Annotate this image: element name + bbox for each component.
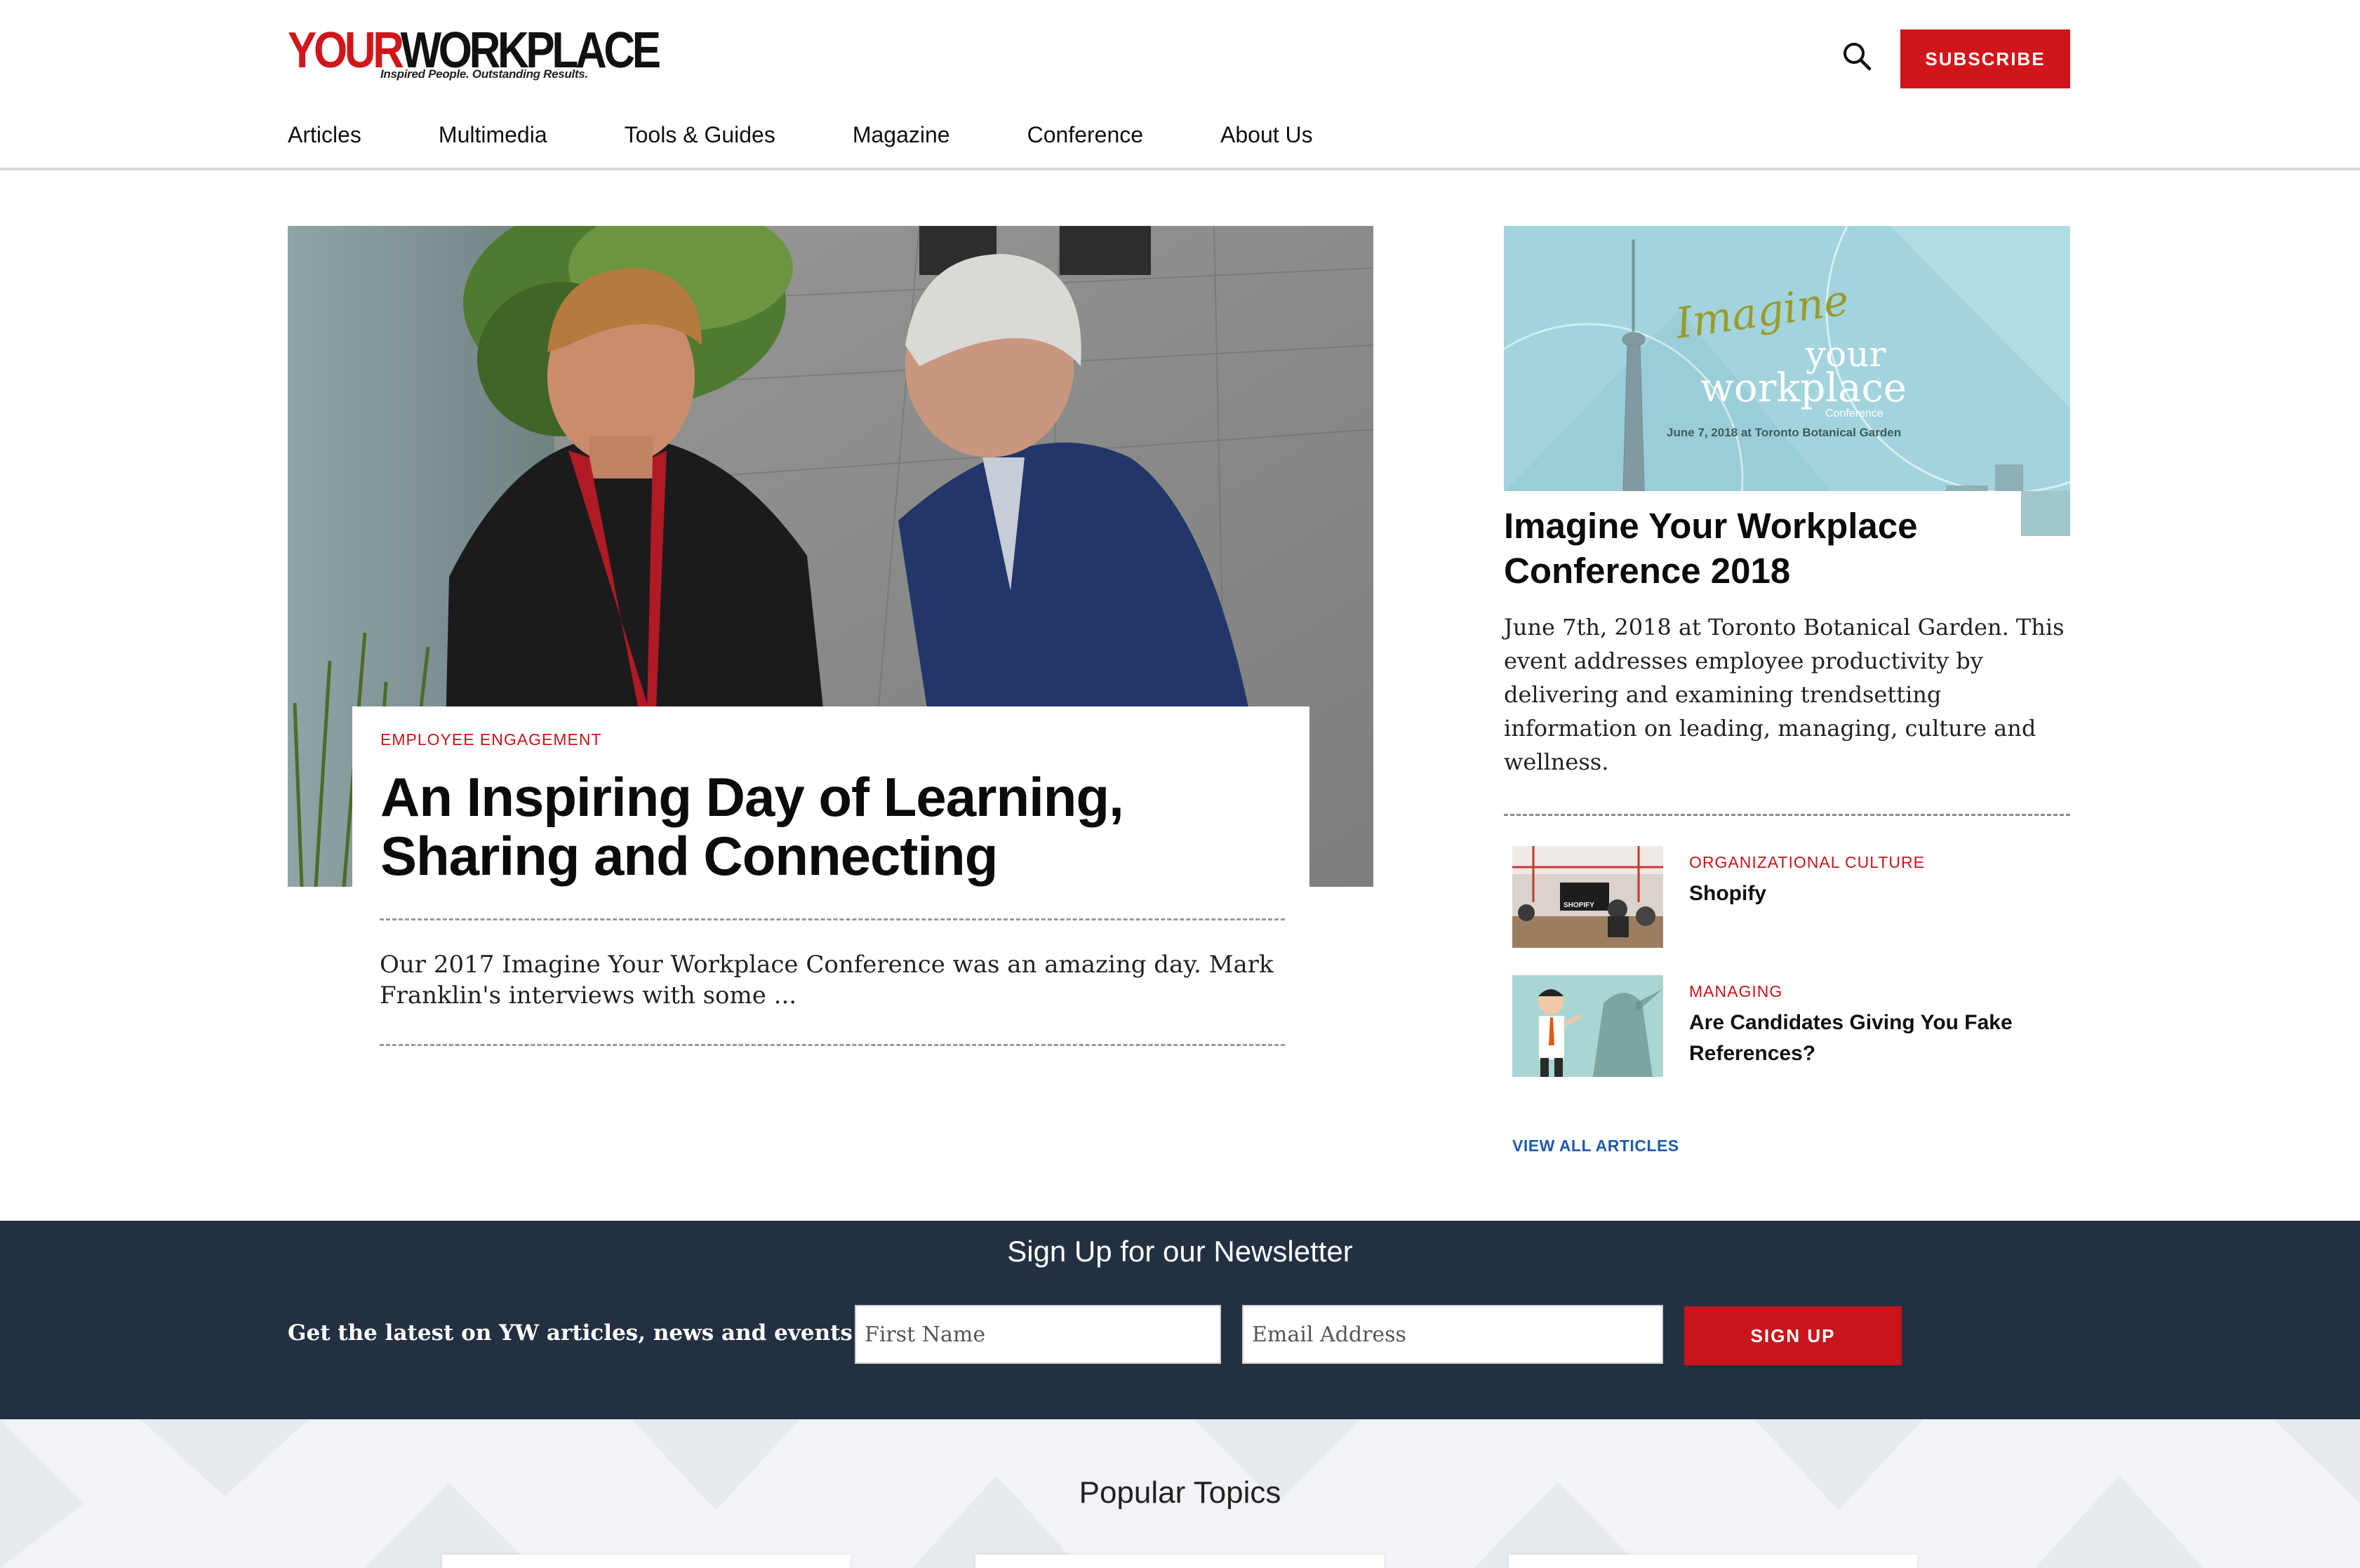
topic-card[interactable]: [1509, 1555, 1917, 1568]
page: YOURWORKPLACE Inspired People. Outstandi…: [0, 0, 2360, 1568]
article-thumbnail[interactable]: SHOPIFY: [1512, 846, 1663, 948]
conference-description: June 7th, 2018 at Toronto Botanical Gard…: [1504, 614, 2065, 775]
nav-item-tools-guides[interactable]: Tools & Guides: [625, 115, 775, 154]
divider: [380, 1044, 1285, 1046]
sign-up-button[interactable]: SIGN UP: [1684, 1306, 1902, 1365]
site-header: YOURWORKPLACE Inspired People. Outstandi…: [0, 0, 2360, 170]
topic-card[interactable]: [975, 1555, 1384, 1568]
view-all-articles-link[interactable]: VIEW ALL ARTICLES: [1512, 1137, 1679, 1155]
logo-tagline: Inspired People. Outstanding Results.: [380, 67, 588, 81]
thumbnail-screen-text: SHOPIFY: [1564, 902, 1594, 909]
newsletter-heading: Sign Up for our Newsletter: [1007, 1235, 1353, 1268]
divider: [380, 918, 1285, 920]
nav-item-articles[interactable]: Articles: [288, 115, 361, 154]
article-title[interactable]: Are Candidates Giving You Fake Reference…: [1689, 1007, 2054, 1069]
site-logo[interactable]: YOURWORKPLACE Inspired People. Outstandi…: [288, 25, 661, 86]
nav-item-magazine[interactable]: Magazine: [853, 115, 950, 154]
article-thumbnail[interactable]: [1512, 975, 1663, 1077]
banner-word-workplace: workplace: [1700, 366, 1907, 411]
subscribe-button[interactable]: SUBSCRIBE: [1900, 29, 2070, 88]
first-name-field[interactable]: [855, 1305, 1221, 1364]
main-nav: Articles Multimedia Tools & Guides Magaz…: [288, 115, 1390, 154]
list-item[interactable]: MANAGING Are Candidates Giving You Fake …: [1512, 975, 2070, 1080]
email-field[interactable]: [1242, 1305, 1663, 1364]
list-item[interactable]: SHOPIFY ORGANIZATIONAL CULTURE Shopify: [1512, 846, 2070, 951]
nav-item-about-us[interactable]: About Us: [1220, 115, 1313, 154]
banner-word-conference: Conference: [1825, 408, 1884, 420]
search-icon[interactable]: [1841, 41, 1872, 72]
hero-category[interactable]: EMPLOYEE ENGAGEMENT: [380, 730, 1281, 749]
banner-date: June 7, 2018 at Toronto Botanical Garden: [1667, 426, 1901, 439]
hero-excerpt: Our 2017 Imagine Your Workplace Conferen…: [380, 951, 1274, 1010]
newsletter-label: Get the latest on YW articles, news and …: [288, 1320, 853, 1346]
nav-item-conference[interactable]: Conference: [1027, 115, 1143, 154]
article-title[interactable]: Shopify: [1689, 878, 2054, 909]
divider: [1504, 814, 2070, 816]
conference-banner-image[interactable]: Imagine your workplace Conference June 7…: [1504, 226, 2070, 536]
hero-title[interactable]: An Inspiring Day of Learning, Sharing an…: [380, 768, 1281, 885]
nav-item-multimedia[interactable]: Multimedia: [439, 115, 547, 154]
conference-title[interactable]: Imagine Your Workplace Conference 2018: [1504, 504, 2070, 594]
article-category[interactable]: ORGANIZATIONAL CULTURE: [1689, 853, 1925, 872]
hero-card: EMPLOYEE ENGAGEMENT An Inspiring Day of …: [352, 706, 1309, 889]
topic-card[interactable]: [442, 1555, 851, 1568]
popular-topics-heading: Popular Topics: [1079, 1475, 1281, 1510]
article-category[interactable]: MANAGING: [1689, 982, 1782, 1001]
